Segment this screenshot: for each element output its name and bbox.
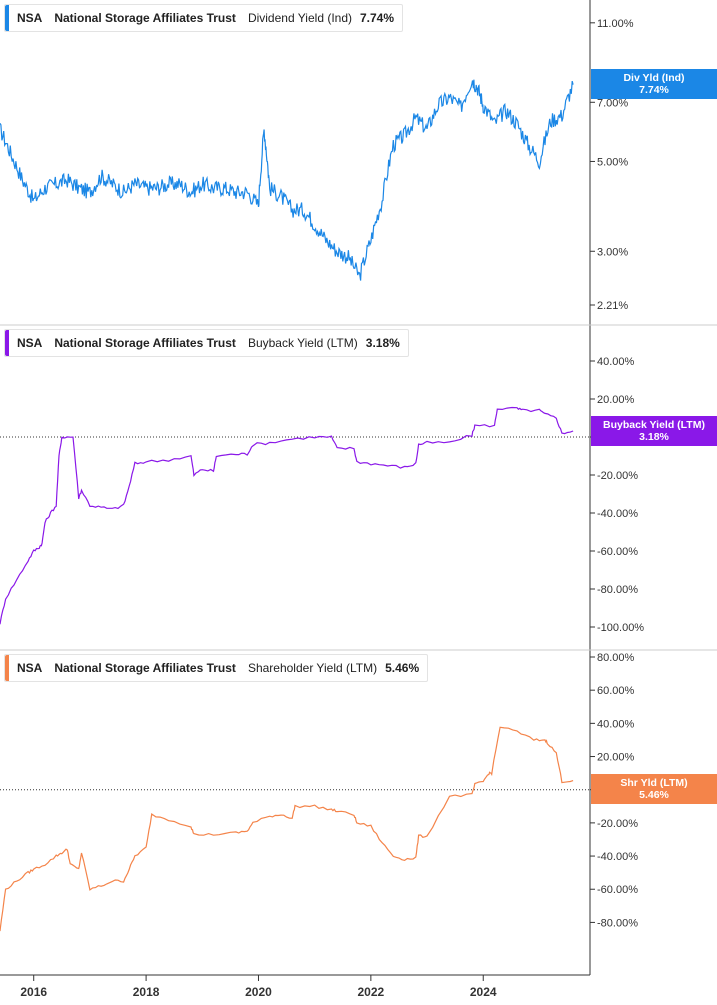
chart-canvas: 11.00%7.00%5.00%3.00%2.21%40.00%20.00%0.… — [0, 0, 717, 999]
y-tick-label: -20.00% — [597, 470, 638, 482]
tag-label: Shr Yld (LTM) — [620, 777, 688, 789]
legend-dividend: NSA National Storage Affiliates Trust Di… — [4, 4, 404, 32]
legend-value: 3.18% — [365, 336, 400, 350]
legend-ticker: NSA — [17, 336, 43, 350]
tag-value: 3.18% — [639, 431, 669, 443]
y-tick-label: 20.00% — [597, 394, 635, 406]
y-tick-label: 80.00% — [597, 652, 635, 664]
tag-value: 5.46% — [639, 789, 669, 801]
y-tick-label: 2.21% — [597, 300, 628, 312]
legend-ticker: NSA — [17, 11, 43, 25]
y-tick-label: 7.00% — [597, 97, 628, 109]
y-tick-label: -40.00% — [597, 851, 638, 863]
series-line — [0, 726, 574, 932]
legend-company: National Storage Affiliates Trust — [54, 11, 236, 25]
legend-swatch — [5, 655, 9, 681]
y-tick-label: 40.00% — [597, 356, 635, 368]
value-tag-dividend: Div Yld (Ind) 7.74% — [591, 69, 717, 99]
y-tick-label: 3.00% — [597, 246, 628, 258]
y-tick-label: -80.00% — [597, 584, 638, 596]
legend-swatch — [5, 5, 9, 31]
tag-label: Div Yld (Ind) — [623, 72, 685, 84]
y-tick-label: -60.00% — [597, 884, 638, 896]
legend-buyback: NSA National Storage Affiliates Trust Bu… — [4, 329, 409, 357]
y-tick-label: -60.00% — [597, 546, 638, 558]
x-tick-label: 2022 — [358, 985, 385, 999]
legend-metric: Dividend Yield (Ind) — [247, 11, 352, 25]
legend-swatch — [5, 330, 9, 356]
x-tick-label: 2020 — [245, 985, 272, 999]
legend-metric: Shareholder Yield (LTM) — [247, 661, 378, 675]
value-tag-shareholder: Shr Yld (LTM) 5.46% — [591, 774, 717, 804]
y-tick-label: 5.00% — [597, 156, 628, 168]
y-tick-label: 11.00% — [597, 18, 634, 30]
tag-value: 7.74% — [639, 84, 669, 96]
series-line — [0, 79, 574, 281]
y-tick-label: 20.00% — [597, 752, 635, 764]
x-tick-label: 2024 — [470, 985, 497, 999]
legend-company: National Storage Affiliates Trust — [54, 661, 236, 675]
legend-metric: Buyback Yield (LTM) — [247, 336, 358, 350]
x-tick-label: 2018 — [133, 985, 160, 999]
value-tag-buyback: Buyback Yield (LTM) 3.18% — [591, 416, 717, 446]
legend-value: 7.74% — [360, 11, 395, 25]
y-tick-label: -40.00% — [597, 508, 638, 520]
y-tick-label: -100.00% — [597, 622, 644, 634]
y-tick-label: -20.00% — [597, 818, 638, 830]
tag-label: Buyback Yield (LTM) — [603, 419, 705, 431]
legend-company: National Storage Affiliates Trust — [54, 336, 236, 350]
y-tick-label: -80.00% — [597, 917, 638, 929]
legend-ticker: NSA — [17, 661, 43, 675]
series-line — [0, 406, 574, 625]
legend-shareholder: NSA National Storage Affiliates Trust Sh… — [4, 654, 429, 682]
x-tick-label: 2016 — [20, 985, 47, 999]
y-tick-label: 40.00% — [597, 718, 635, 730]
legend-value: 5.46% — [385, 661, 420, 675]
y-tick-label: 60.00% — [597, 685, 635, 697]
